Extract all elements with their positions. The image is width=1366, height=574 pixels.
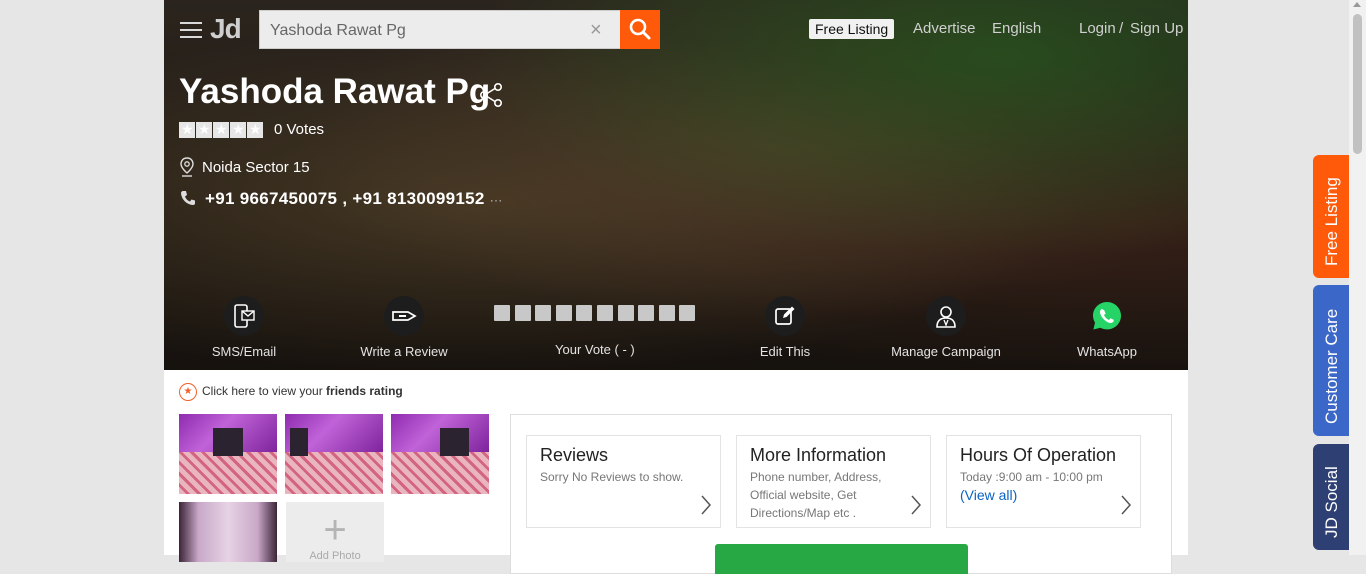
rail-jd-social-tab[interactable]: JD Social (1313, 444, 1351, 550)
business-hero: Jd × Free Listing Advertise English Logi… (164, 0, 1188, 370)
action-bar: SMS/Email Write a Review Your Vote ( - ) (164, 296, 1188, 366)
more-information-title: More Information (750, 445, 887, 465)
reviews-card[interactable]: Reviews Sorry No Reviews to show. (526, 435, 721, 528)
edit-this-action[interactable]: Edit This (753, 296, 817, 359)
star-icon (179, 121, 195, 138)
search-icon (629, 18, 651, 40)
rail-free-listing-label: Free Listing (1322, 177, 1341, 266)
friends-star-icon: ★ (179, 383, 197, 401)
star-icon (213, 121, 229, 138)
vote-box[interactable] (514, 305, 531, 321)
more-information-card[interactable]: More Information Phone number, Address, … (736, 435, 931, 528)
hamburger-menu-icon[interactable] (180, 22, 202, 38)
photo-thumbnail[interactable] (179, 414, 277, 494)
phone-numbers[interactable]: +91 9667450075 , +91 8130099152 ··· (205, 189, 503, 209)
vote-box[interactable] (494, 305, 510, 321)
phone-icon (181, 191, 195, 205)
vertical-scrollbar[interactable] (1349, 0, 1366, 555)
info-panel: Reviews Sorry No Reviews to show. More I… (510, 414, 1172, 574)
write-review-icon (384, 296, 424, 336)
scrollbar-thumb[interactable] (1353, 14, 1362, 154)
rail-customer-care-tab[interactable]: Customer Care (1313, 285, 1351, 436)
search-button[interactable] (620, 10, 660, 49)
plus-icon: + (323, 508, 347, 552)
search-box: × (259, 10, 621, 50)
friends-rating-prefix: Click here to view your (202, 384, 327, 399)
signup-link[interactable]: Sign Up (1130, 20, 1183, 37)
manage-campaign-action[interactable]: Manage Campaign (890, 296, 1002, 359)
whatsapp-action[interactable]: WhatsApp (1075, 296, 1139, 359)
rail-customer-care-label: Customer Care (1322, 308, 1341, 424)
chevron-right-icon (701, 495, 712, 515)
edit-icon (765, 296, 805, 336)
friends-rating-bold: friends rating (326, 384, 403, 399)
whatsapp-label: WhatsApp (1077, 344, 1137, 359)
page-container: Jd × Free Listing Advertise English Logi… (164, 0, 1188, 574)
vote-box[interactable] (658, 305, 675, 321)
write-review-action[interactable]: Write a Review (360, 296, 448, 359)
votes-count[interactable]: 0 Votes (274, 121, 324, 138)
login-separator: / (1119, 20, 1124, 37)
add-photo-button[interactable]: + Add Photo (286, 502, 384, 562)
vote-box[interactable] (617, 305, 634, 321)
hours-title: Hours Of Operation (960, 445, 1117, 465)
write-review-label: Write a Review (360, 344, 448, 359)
chevron-right-icon (1121, 495, 1132, 515)
jd-logo[interactable]: Jd (210, 13, 242, 45)
sms-email-action[interactable]: SMS/Email (211, 296, 277, 359)
vote-box[interactable] (638, 305, 655, 321)
edit-this-label: Edit This (759, 344, 811, 359)
scroll-up-icon[interactable] (1353, 2, 1361, 7)
add-photo-label: Add Photo (309, 550, 361, 562)
your-vote-label: Your Vote ( - ) (555, 342, 635, 357)
language-selector[interactable]: English (992, 20, 1041, 37)
location-pin-icon (180, 157, 194, 177)
hours-card[interactable]: Hours Of Operation Today :9:00 am - 10:0… (946, 435, 1141, 528)
search-input[interactable] (260, 11, 592, 50)
star-icon (247, 121, 263, 138)
reviews-subtitle: Sorry No Reviews to show. (540, 470, 684, 484)
rail-jd-social-label: JD Social (1322, 466, 1341, 538)
photo-thumbnail[interactable] (179, 502, 277, 562)
vote-box[interactable] (679, 305, 696, 321)
vote-box[interactable] (535, 305, 552, 321)
star-icon (196, 121, 212, 138)
vote-box[interactable] (576, 305, 593, 321)
more-phones[interactable]: ··· (490, 193, 503, 207)
reviews-title: Reviews (540, 445, 609, 465)
manage-campaign-icon (926, 296, 966, 336)
business-location[interactable]: Noida Sector 15 (202, 159, 310, 176)
sms-email-icon (224, 296, 264, 336)
rating-stars (179, 121, 264, 140)
chevron-right-icon (911, 495, 922, 515)
phone-numbers-text: +91 9667450075 , +91 8130099152 (205, 189, 485, 208)
more-information-subtitle: Phone number, Address, Official website,… (750, 470, 882, 520)
vote-box[interactable] (555, 305, 572, 321)
business-name: Yashoda Rawat Pg (179, 72, 491, 111)
star-icon (230, 121, 246, 138)
free-listing-link[interactable]: Free Listing (809, 19, 895, 39)
green-action-button[interactable] (715, 544, 968, 574)
share-icon[interactable] (479, 82, 503, 108)
vote-box[interactable] (596, 305, 613, 321)
vote-boxes (494, 305, 700, 323)
advertise-link[interactable]: Advertise (913, 20, 976, 37)
rail-free-listing-tab[interactable]: Free Listing (1313, 155, 1351, 278)
hours-today: Today :9:00 am - 10:00 pm (960, 470, 1103, 484)
manage-campaign-label: Manage Campaign (891, 344, 1001, 359)
sms-email-label: SMS/Email (211, 344, 277, 359)
photo-thumbnail[interactable] (391, 414, 489, 494)
view-all-hours-link[interactable]: (View all) (960, 487, 1017, 503)
hours-subtitle: Today :9:00 am - 10:00 pm (View all) (960, 468, 1110, 505)
clear-search-icon[interactable]: × (590, 19, 602, 42)
friends-rating-link[interactable]: ★ Click here to view your friends rating (179, 383, 403, 401)
login-link[interactable]: Login (1079, 20, 1116, 37)
whatsapp-icon (1087, 296, 1127, 336)
photo-thumbnail[interactable] (285, 414, 383, 494)
